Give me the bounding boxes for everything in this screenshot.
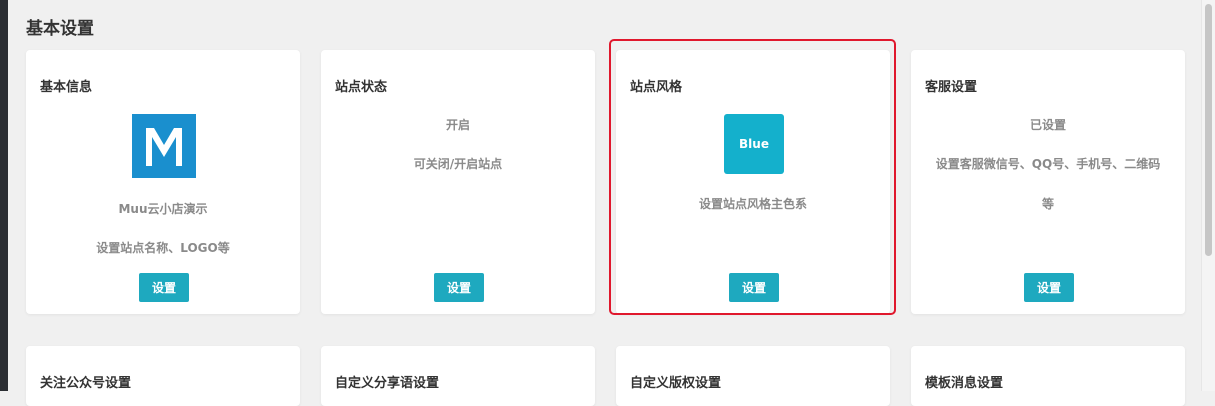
m-letter-icon xyxy=(146,128,182,166)
card-description: 可关闭/开启站点 xyxy=(413,157,503,171)
site-logo-icon xyxy=(132,114,196,178)
card-title: 客服设置 xyxy=(925,80,978,95)
card-title: 自定义分享语设置 xyxy=(335,376,440,391)
card-description-continued: 等 xyxy=(1041,197,1054,211)
vertical-scrollbar[interactable] xyxy=(1201,0,1215,391)
card-follow-account: 关注公众号设置 xyxy=(26,346,300,406)
card-description: 设置站点名称、LOGO等 xyxy=(96,241,230,255)
selection-highlight xyxy=(609,39,896,315)
scrollbar-thumb[interactable] xyxy=(1205,4,1212,256)
settings-button-site-status[interactable]: 设置 xyxy=(434,273,484,302)
status-value: 已设置 xyxy=(1029,118,1066,132)
card-customer-service: 客服设置 已设置 设置客服微信号、QQ号、手机号、二维码 等 设置 xyxy=(911,50,1185,314)
card-copyright: 自定义版权设置 xyxy=(616,346,890,406)
card-template-message: 模板消息设置 xyxy=(911,346,1185,406)
card-title: 基本信息 xyxy=(40,80,93,95)
card-title: 自定义版权设置 xyxy=(630,376,722,391)
settings-button-basic-info[interactable]: 设置 xyxy=(139,273,189,302)
card-site-status: 站点状态 开启 可关闭/开启站点 设置 xyxy=(321,50,595,314)
card-title: 站点状态 xyxy=(335,80,388,95)
settings-button-customer-service[interactable]: 设置 xyxy=(1024,273,1074,302)
card-basic-info: 基本信息 Muu云小店演示 设置站点名称、LOGO等 设置 xyxy=(26,50,300,314)
card-title: 模板消息设置 xyxy=(925,376,1004,391)
card-title: 关注公众号设置 xyxy=(40,376,132,391)
site-name: Muu云小店演示 xyxy=(118,202,208,216)
card-description: 设置客服微信号、QQ号、手机号、二维码 xyxy=(935,157,1161,171)
card-share-text: 自定义分享语设置 xyxy=(321,346,595,406)
status-value: 开启 xyxy=(445,118,470,132)
left-nav-edge xyxy=(0,0,8,391)
page-title: 基本设置 xyxy=(26,19,94,39)
